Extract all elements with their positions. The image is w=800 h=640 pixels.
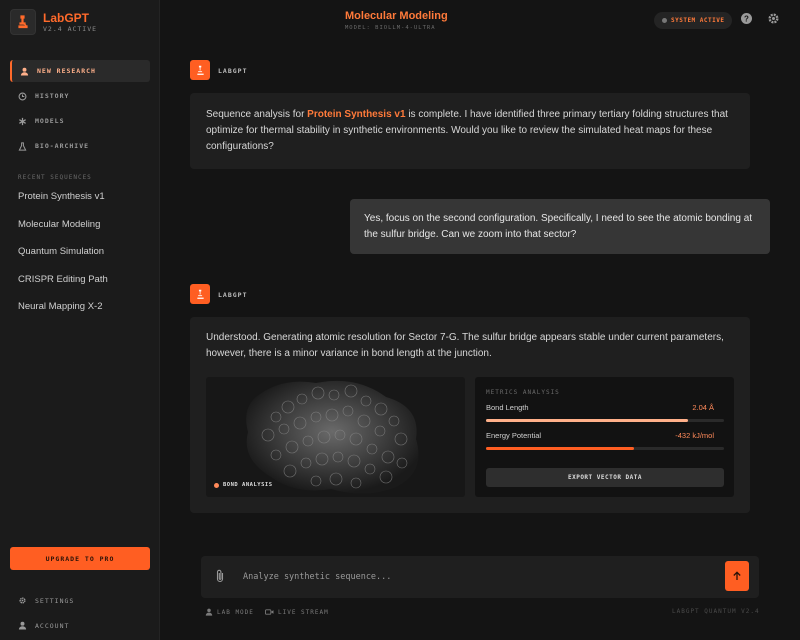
arrow-up-icon (733, 571, 741, 580)
viz-label-text: BOND ANALYSIS (223, 482, 273, 488)
status-label: SYSTEM ACTIVE (671, 17, 725, 24)
main-nav: NEW RESEARCH HISTORY MODELS BIO-ARCHIVE (10, 60, 150, 160)
settings-link[interactable]: SETTINGS (18, 588, 74, 613)
sidebar: LabGPT V2.4 ACTIVE NEW RESEARCH HISTORY … (0, 0, 160, 640)
recent-item[interactable]: Molecular Modeling (18, 219, 108, 247)
metric-bar-fill (486, 419, 689, 422)
microscope-icon (196, 289, 204, 299)
message-sender: LABGPT (218, 67, 248, 75)
send-button[interactable] (725, 561, 749, 591)
recent-sequences-heading: RECENT SEQUENCES (18, 174, 92, 181)
message-highlight[interactable]: Protein Synthesis v1 (307, 109, 405, 120)
help-icon[interactable]: ? (740, 12, 753, 25)
metric-value: 2.04 Å (692, 403, 714, 412)
labgpt-avatar (190, 284, 210, 304)
version-footer: LABGPT QUANTUM V2.4 (672, 608, 760, 615)
metrics-panel: METRICS ANALYSIS Bond Length 2.04 Å Ener… (475, 377, 734, 497)
sidebar-bottom-nav: SETTINGS ACCOUNT (18, 588, 74, 638)
labgpt-avatar (190, 60, 210, 80)
user-icon (205, 608, 213, 616)
composer-input[interactable] (243, 570, 713, 584)
microscope-logo-icon (10, 9, 36, 35)
live-stream-label: LIVE STREAM (278, 608, 329, 616)
svg-text:?: ? (744, 14, 749, 23)
assistant-message: Sequence analysis for Protein Synthesis … (190, 93, 750, 169)
gear-icon (19, 597, 26, 604)
metric-row-bond-length: Bond Length 2.04 Å (486, 403, 724, 422)
recent-item[interactable]: Neural Mapping X-2 (18, 301, 108, 329)
nav-new-research[interactable]: NEW RESEARCH (10, 60, 150, 82)
user-icon (20, 67, 29, 76)
metric-value: -432 kJ/mol (675, 431, 714, 440)
recent-item[interactable]: Quantum Simulation (18, 246, 108, 274)
bond-analysis-label: BOND ANALYSIS (214, 482, 273, 488)
message-text: Sequence analysis for (206, 109, 308, 120)
brand-version: V2.4 ACTIVE (43, 25, 98, 33)
user-message: Yes, focus on the second configuration. … (350, 199, 770, 254)
microscope-icon (196, 65, 204, 75)
paperclip-icon[interactable] (215, 569, 225, 583)
nav-label: HISTORY (35, 92, 70, 100)
nav-bio-archive[interactable]: BIO-ARCHIVE (10, 135, 150, 157)
stream-icon (265, 609, 274, 615)
composer (201, 556, 759, 598)
metric-bar-fill (486, 447, 634, 450)
metric-name: Bond Length (486, 403, 529, 412)
user-icon (18, 621, 27, 630)
metric-row-energy-potential: Energy Potential -432 kJ/mol (486, 431, 724, 450)
nav-models[interactable]: MODELS (10, 110, 150, 132)
recent-item[interactable]: CRISPR Editing Path (18, 274, 108, 302)
metric-bar (486, 447, 724, 450)
account-label: ACCOUNT (35, 621, 70, 630)
flask-icon (18, 141, 27, 151)
settings-label: SETTINGS (35, 596, 75, 605)
live-stream-toggle[interactable]: LIVE STREAM (265, 608, 329, 616)
export-vector-data-button[interactable]: EXPORT VECTOR DATA (486, 468, 724, 487)
brand-title: LabGPT (43, 11, 90, 25)
nav-label: MODELS (35, 117, 65, 125)
asterisk-icon (19, 117, 26, 125)
indicator-dot-icon (214, 482, 219, 488)
gear-icon[interactable] (767, 12, 780, 25)
lab-mode-toggle[interactable]: LAB MODE (205, 608, 254, 616)
molecule-visualization[interactable]: BOND ANALYSIS (206, 377, 465, 497)
account-link[interactable]: ACCOUNT (18, 613, 74, 638)
status-badge: SYSTEM ACTIVE (654, 12, 733, 29)
page-title: Molecular Modeling (345, 10, 448, 22)
protein-structure-image (206, 377, 465, 497)
upgrade-button[interactable]: UPGRADE TO PRO (10, 547, 150, 570)
history-icon (18, 92, 27, 100)
brand[interactable]: LabGPT V2.4 ACTIVE (10, 9, 97, 35)
nav-history[interactable]: HISTORY (10, 85, 150, 107)
nav-label: BIO-ARCHIVE (35, 142, 90, 150)
metric-bar (486, 419, 724, 422)
status-dot-icon (662, 18, 667, 23)
recent-item[interactable]: Protein Synthesis v1 (18, 191, 108, 219)
nav-label: NEW RESEARCH (37, 67, 96, 75)
metrics-heading: METRICS ANALYSIS (486, 389, 560, 396)
lab-mode-label: LAB MODE (217, 608, 254, 616)
model-name: MODEL: BIOLLM-4-ULTRA (345, 25, 436, 31)
message-sender: LABGPT (218, 291, 248, 299)
recent-sequences-list: Protein Synthesis v1 Molecular Modeling … (18, 191, 108, 329)
message-text: Understood. Generating atomic resolution… (206, 332, 724, 359)
